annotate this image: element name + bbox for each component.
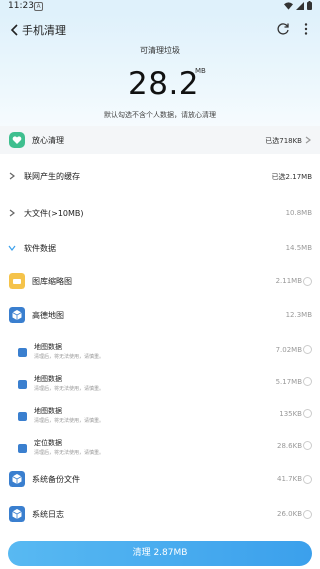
chevron-down-icon	[8, 245, 16, 251]
category-label: 大文件(>10MB)	[24, 209, 84, 218]
sub-item-title: 地图数据	[34, 407, 62, 415]
gallery-icon	[9, 273, 25, 289]
category-label: 联网产生的缓存	[24, 172, 80, 181]
app-row-gallery[interactable]: 图库缩略图 2.11MB	[0, 266, 320, 296]
select-checkbox[interactable]	[303, 345, 312, 354]
app-value: 41.7KB	[277, 475, 302, 483]
shield-heart-icon	[9, 132, 25, 148]
app-cube-icon	[9, 506, 25, 522]
category-value: 已选2.17MB	[271, 173, 312, 181]
app-cube-icon	[18, 444, 27, 453]
sub-item-desc: 清理后，将无法使用，请慎重。	[34, 418, 105, 424]
battery-icon	[307, 1, 312, 10]
wifi-icon	[284, 1, 293, 10]
cleanable-label: 可清理垃圾	[140, 46, 180, 55]
system-icons	[284, 1, 312, 10]
sub-item-row[interactable]: 定位数据 清理后，将无法使用，请慎重。 28.6KB	[0, 433, 320, 459]
select-checkbox[interactable]	[303, 510, 312, 519]
sub-item-title: 地图数据	[34, 375, 62, 383]
app-label: 系统备份文件	[32, 475, 80, 484]
category-large-files[interactable]: 大文件(>10MB) 10.8MB	[0, 197, 320, 227]
summary-panel: 手机清理 可清理垃圾 28.2 MB 默认勾选不含个人数据，请放心清理	[0, 14, 320, 126]
app-label: 系统日志	[32, 510, 64, 519]
status-bar: 11:23 A	[0, 0, 320, 14]
refresh-icon[interactable]	[276, 22, 290, 36]
app-row-amap[interactable]: 高德地图 12.3MB	[0, 300, 320, 330]
app-cube-icon	[18, 380, 27, 389]
category-network-cache[interactable]: 联网产生的缓存 已选2.17MB	[0, 160, 320, 190]
chevron-right-icon	[9, 172, 15, 180]
app-row-system-backup[interactable]: 系统备份文件 41.7KB	[0, 464, 320, 494]
app-cube-icon	[18, 348, 27, 357]
app-row-system-log[interactable]: 系统日志 26.0KB	[0, 499, 320, 529]
sub-item-value: 7.02MB	[275, 346, 302, 354]
safe-clean-label: 放心清理	[32, 136, 64, 145]
cleanable-size: 28.2	[128, 66, 200, 102]
app-bar: 手机清理	[0, 18, 320, 42]
app-value: 2.11MB	[275, 277, 302, 285]
category-value: 10.8MB	[285, 209, 312, 217]
chevron-right-icon	[9, 209, 15, 217]
sub-item-title: 定位数据	[34, 439, 62, 447]
sub-item-value: 28.6KB	[277, 442, 302, 450]
category-label: 软件数据	[24, 244, 56, 253]
select-checkbox[interactable]	[303, 277, 312, 286]
sub-item-desc: 清理后，将无法使用，请慎重。	[34, 354, 105, 360]
footer-bar: 清理 2.87MB	[0, 530, 320, 569]
sub-item-desc: 清理后，将无法使用，请慎重。	[34, 386, 105, 392]
page-title: 手机清理	[22, 24, 66, 37]
safe-clean-value: 已选718KB	[265, 137, 302, 145]
select-checkbox[interactable]	[303, 441, 312, 450]
sub-item-value: 5.17MB	[275, 378, 302, 386]
sub-item-title: 地图数据	[34, 343, 62, 351]
app-label: 图库缩略图	[32, 277, 72, 286]
category-app-data[interactable]: 软件数据 14.5MB	[0, 232, 320, 262]
safe-clean-row[interactable]: 放心清理 已选718KB	[0, 126, 320, 154]
select-checkbox[interactable]	[303, 377, 312, 386]
more-options-icon[interactable]	[302, 22, 310, 36]
sub-item-row[interactable]: 地图数据 清理后，将无法使用，请慎重。 7.02MB	[0, 337, 320, 363]
app-value: 26.0KB	[277, 510, 302, 518]
app-cube-icon	[9, 471, 25, 487]
notification-icon: A	[34, 2, 43, 11]
sub-item-row[interactable]: 地图数据 清理后，将无法使用，请慎重。 5.17MB	[0, 369, 320, 395]
app-cube-icon	[9, 307, 25, 323]
back-arrow-icon[interactable]	[8, 21, 22, 39]
category-value: 14.5MB	[285, 244, 312, 252]
app-label: 高德地图	[32, 311, 64, 320]
cleanable-unit: MB	[195, 67, 206, 75]
chevron-right-icon	[305, 136, 311, 144]
select-checkbox[interactable]	[303, 475, 312, 484]
signal-icon	[296, 1, 304, 10]
app-value: 12.3MB	[285, 311, 312, 319]
sub-item-row[interactable]: 地图数据 清理后，将无法使用，请慎重。 135KB	[0, 401, 320, 427]
clean-button[interactable]: 清理 2.87MB	[8, 541, 312, 566]
sub-item-value: 135KB	[279, 410, 302, 418]
summary-hint: 默认勾选不含个人数据，请放心清理	[104, 111, 216, 119]
sub-item-desc: 清理后，将无法使用，请慎重。	[34, 450, 105, 456]
status-time: 11:23	[8, 1, 34, 11]
select-checkbox[interactable]	[303, 409, 312, 418]
app-cube-icon	[18, 412, 27, 421]
